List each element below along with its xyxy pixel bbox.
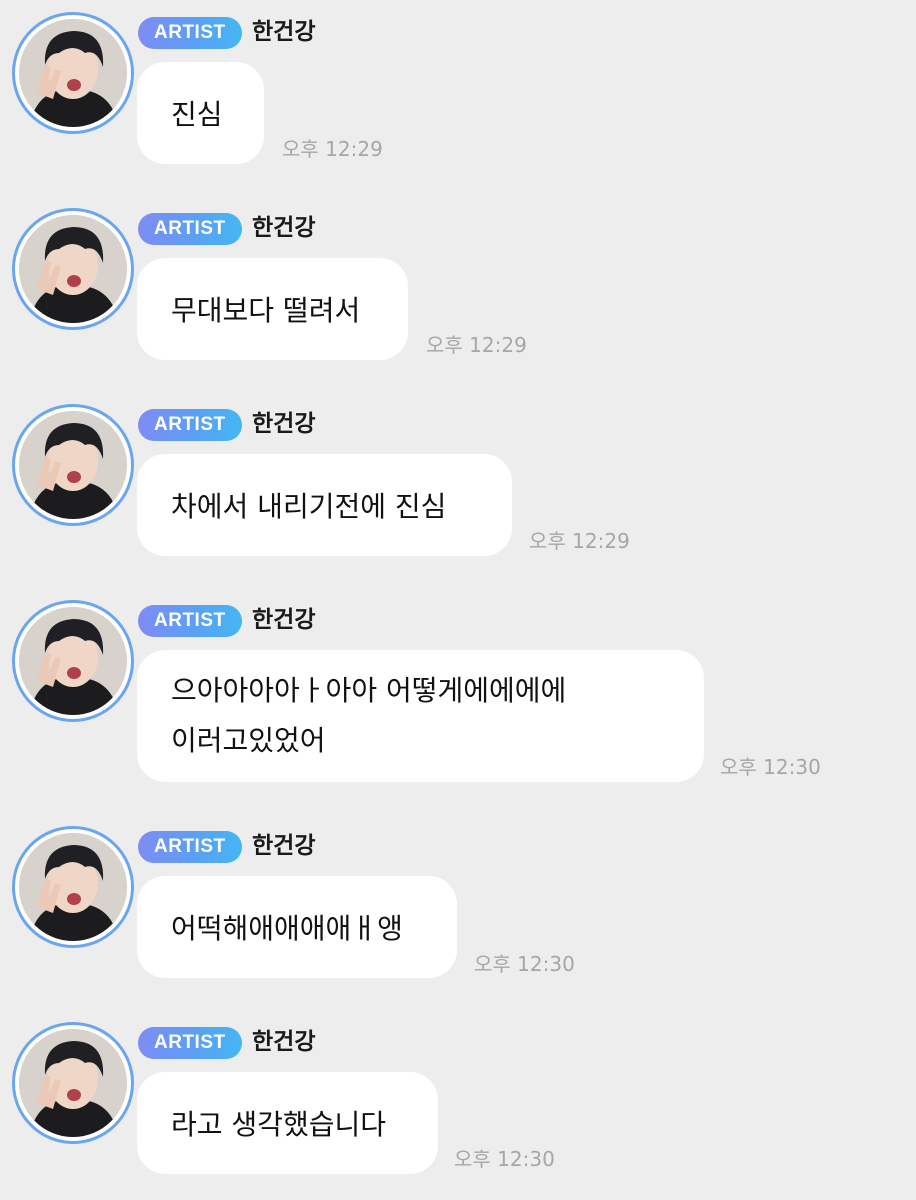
artist-badge: ARTIST xyxy=(138,17,242,49)
message-bubble[interactable]: 어떡해애애애애ㅐ앵 xyxy=(137,876,457,978)
avatar[interactable] xyxy=(12,12,134,134)
avatar[interactable] xyxy=(12,826,134,948)
message-bubble[interactable]: 진심 xyxy=(137,62,264,164)
profile-photo-icon xyxy=(19,19,127,127)
timestamp: 오후 12:30 xyxy=(454,1147,555,1171)
message-bubble[interactable]: 차에서 내리기전에 진심 xyxy=(137,454,512,556)
sender-name[interactable]: 한건강 xyxy=(252,828,315,864)
message-bubble[interactable]: 무대보다 떨려서 xyxy=(137,258,408,360)
artist-badge: ARTIST xyxy=(138,605,242,637)
timestamp: 오후 12:30 xyxy=(720,755,821,779)
profile-photo-icon xyxy=(19,607,127,715)
message-bubble[interactable]: 으아아아아ㅏ아아 어떻게에에에에 이러고있었어 xyxy=(137,650,704,782)
timestamp: 오후 12:29 xyxy=(529,529,630,553)
profile-photo-icon xyxy=(19,1029,127,1137)
sender-name[interactable]: 한건강 xyxy=(252,406,315,442)
message-text: 진심 xyxy=(171,98,223,131)
message-text: 어떡해애애애애ㅐ앵 xyxy=(171,912,403,945)
profile-photo-icon xyxy=(19,215,127,323)
avatar[interactable] xyxy=(12,1022,134,1144)
artist-badge: ARTIST xyxy=(138,213,242,245)
profile-photo-icon xyxy=(19,411,127,519)
message-text: 차에서 내리기전에 진심 xyxy=(171,490,447,523)
message-text: 무대보다 떨려서 xyxy=(171,294,361,327)
avatar[interactable] xyxy=(12,404,134,526)
avatar[interactable] xyxy=(12,600,134,722)
timestamp: 오후 12:29 xyxy=(282,137,383,161)
sender-name[interactable]: 한건강 xyxy=(252,602,315,638)
artist-badge: ARTIST xyxy=(138,409,242,441)
avatar[interactable] xyxy=(12,208,134,330)
sender-name[interactable]: 한건강 xyxy=(252,14,315,50)
message-text-line: 이러고있었어 xyxy=(171,724,326,757)
sender-name[interactable]: 한건강 xyxy=(252,210,315,246)
message-bubble[interactable]: 라고 생각했습니다 xyxy=(137,1072,438,1174)
sender-name[interactable]: 한건강 xyxy=(252,1024,315,1060)
message-text-line: 으아아아아ㅏ아아 어떻게에에에에 xyxy=(171,674,567,707)
artist-badge: ARTIST xyxy=(138,1027,242,1059)
profile-photo-icon xyxy=(19,833,127,941)
timestamp: 오후 12:29 xyxy=(426,333,527,357)
artist-badge: ARTIST xyxy=(138,831,242,863)
message-text: 라고 생각했습니다 xyxy=(171,1108,386,1141)
timestamp: 오후 12:30 xyxy=(474,952,575,976)
